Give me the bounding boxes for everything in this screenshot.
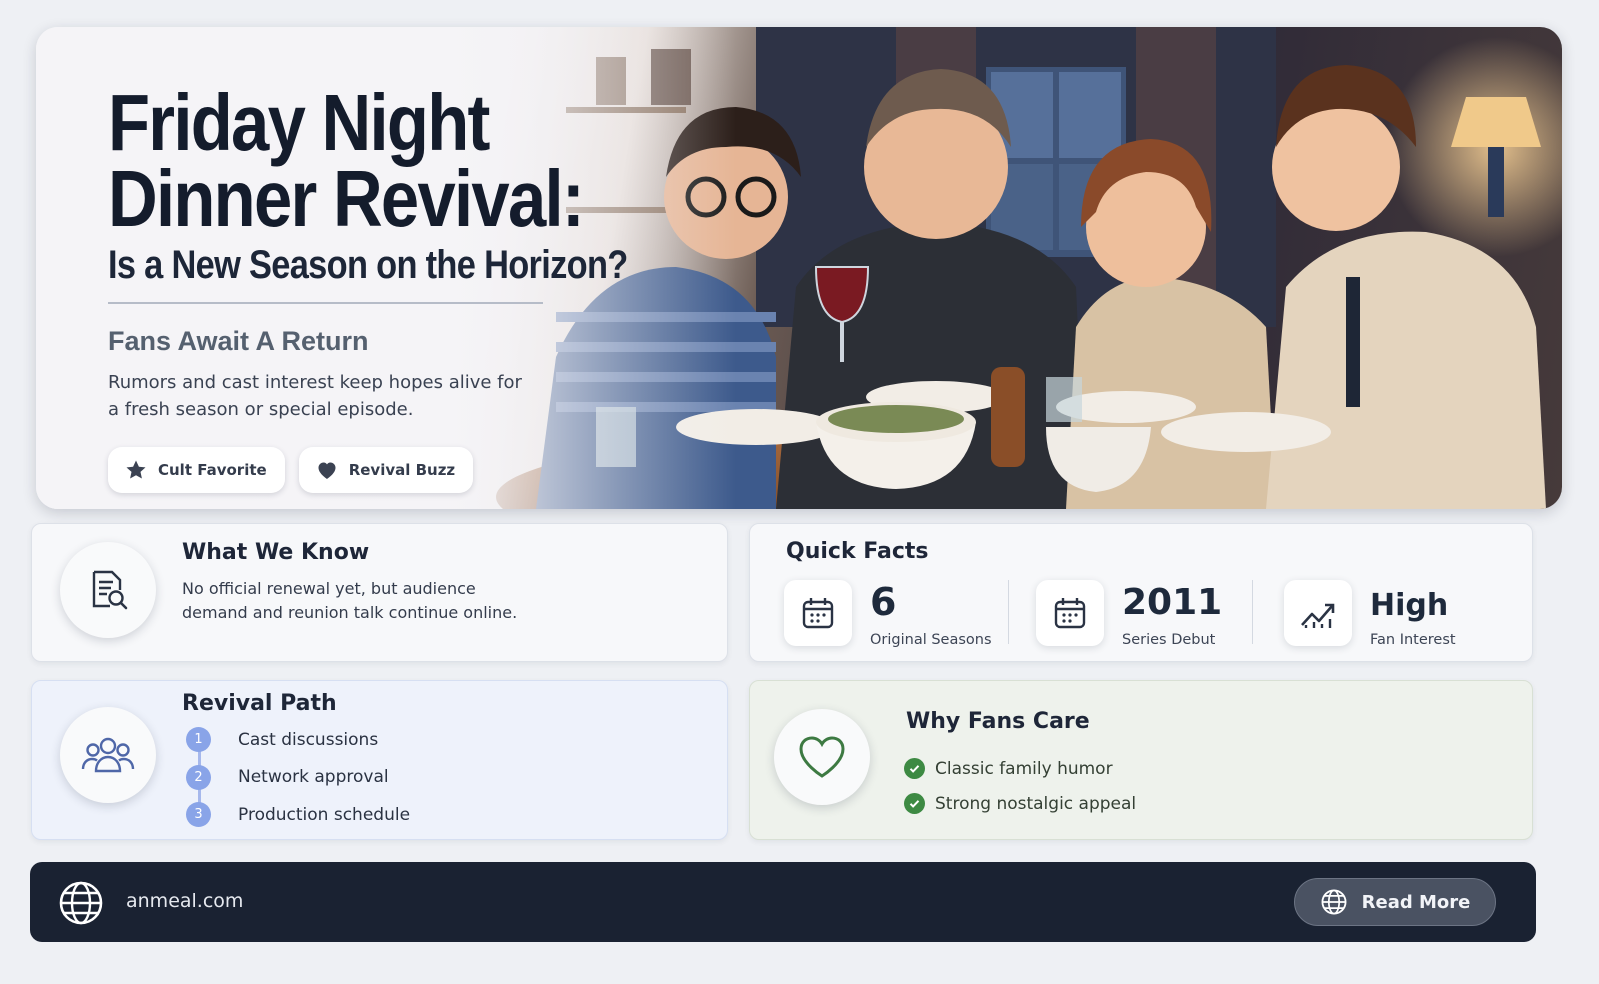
list-item: Classic family humor [904,751,1136,786]
hero-description: Rumors and cast interest keep hopes aliv… [108,372,522,420]
hero-chips: Cult Favorite Revival Buzz [108,447,708,493]
chip-label: Cult Favorite [158,461,267,479]
heart-outline-icon [799,736,845,778]
hero-title: Friday Night Dinner Revival: [108,78,641,243]
read-more-label: Read More [1361,891,1471,913]
step-item: 3 Production schedule [186,796,410,834]
fact-value: High [1370,588,1449,623]
step-number: 3 [186,802,211,828]
document-search-icon [92,570,128,610]
chip-cult-favorite[interactable]: Cult Favorite [108,447,285,493]
what-we-know-title: What We Know [182,540,370,565]
read-more-button[interactable]: Read More [1294,878,1496,926]
step-number: 2 [186,764,211,790]
check-icon [904,793,925,814]
what-we-know-body: No official renewal yet, but audience de… [182,579,518,622]
check-icon [904,758,925,779]
fact-icon-wrap [784,580,852,646]
fact-divider [1252,580,1253,644]
fact-label: Original Seasons [870,632,992,648]
what-we-know-card: What We Know No official renewal yet, bu… [31,523,728,662]
step-number: 1 [186,727,211,753]
heart-icon [318,462,336,479]
hero-title-line2: Dinner Revival: [108,154,585,243]
globe-icon [1321,889,1347,915]
list-item: Strong nostalgic appeal [904,786,1136,821]
quick-facts-card: Quick Facts 6 Original Seasons 2011 Seri… [749,523,1533,662]
globe-icon [59,881,103,925]
fact-icon-wrap [1284,580,1352,646]
hero-banner: Friday Night Dinner Revival: Is a New Se… [36,27,1562,509]
fact-divider [1008,580,1009,644]
trend-up-icon [1301,603,1335,628]
footer-domain-link[interactable]: anmeal.com [126,890,243,912]
step-label: Cast discussions [238,729,379,750]
what-we-know-icon-wrap [60,542,156,638]
step-item: 2 Network approval [186,759,410,797]
hero-title-line1: Friday Night [108,78,490,167]
fact-value: 6 [870,580,897,624]
why-fans-care-icon-wrap [774,709,870,805]
footer-bar: anmeal.com Read More [30,862,1536,942]
fact-debut: 2011 Series Debut [1036,580,1236,652]
hero-subtitle: Is a New Season on the Horizon? [108,243,628,287]
revival-path-title: Revival Path [182,691,337,716]
fact-icon-wrap [1036,580,1104,646]
fact-seasons: 6 Original Seasons [784,580,1004,652]
fact-interest: High Fan Interest [1284,580,1504,652]
star-icon [126,460,146,479]
revival-path-card: Revival Path 1 Cast discussions 2 Networ… [31,680,728,840]
revival-path-icon-wrap [60,707,156,803]
why-fans-care-list: Classic family humor Strong nostalgic ap… [904,751,1136,821]
chip-revival-buzz[interactable]: Revival Buzz [298,447,474,493]
calendar-icon [802,598,834,629]
list-item-label: Strong nostalgic appeal [935,793,1137,814]
fact-value: 2011 [1122,582,1223,623]
group-icon [81,737,135,773]
fact-label: Series Debut [1122,632,1216,648]
fact-label: Fan Interest [1370,632,1456,648]
step-label: Network approval [238,767,389,788]
step-item: 1 Cast discussions [186,721,410,759]
step-label: Production schedule [238,804,411,825]
why-fans-care-card: Why Fans Care Classic family humor Stron… [749,680,1533,840]
why-fans-care-title: Why Fans Care [906,709,1090,734]
hero-text-block: Friday Night Dinner Revival: Is a New Se… [108,78,708,493]
calendar-icon [1054,598,1086,629]
hero-kicker: Fans Await A Return [108,326,369,356]
quick-facts-title: Quick Facts [786,539,929,564]
revival-path-steps: 1 Cast discussions 2 Network approval 3 … [186,721,410,834]
chip-label: Revival Buzz [348,461,456,479]
list-item-label: Classic family humor [935,758,1113,779]
hero-divider [108,302,543,304]
